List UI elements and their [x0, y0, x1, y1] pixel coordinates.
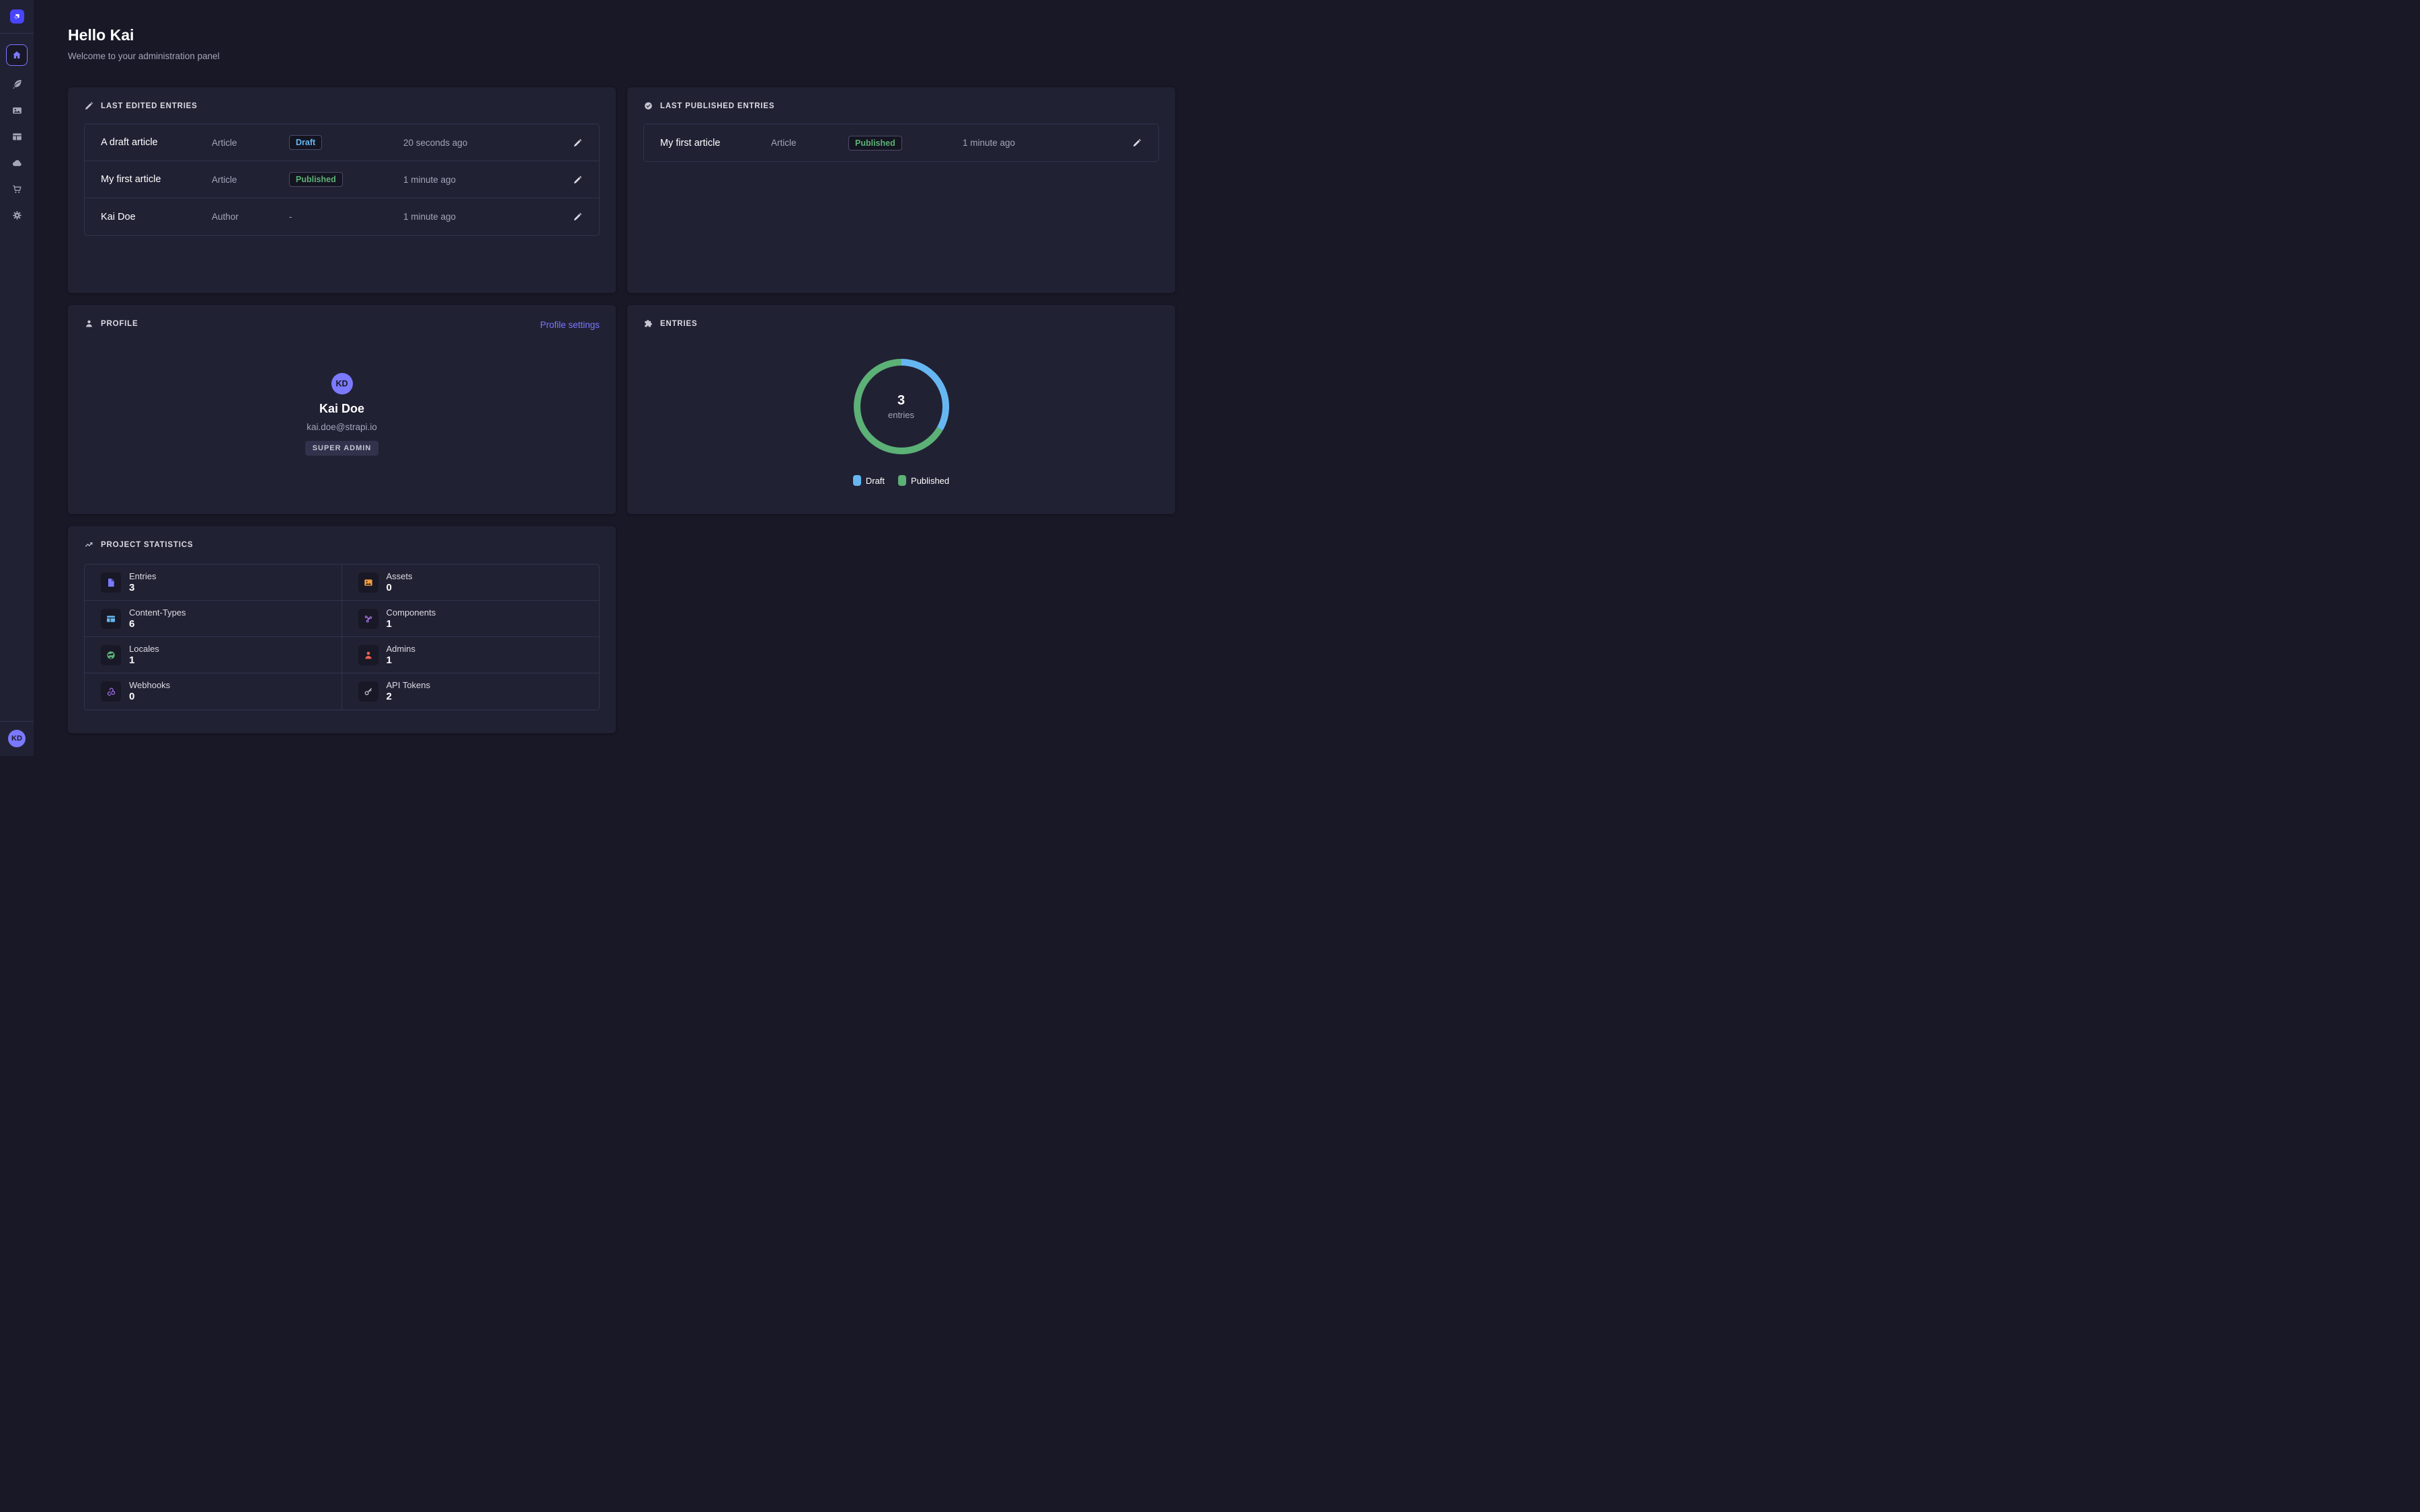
entries-donut-chart: 3 entries: [848, 353, 955, 460]
webhook-icon: [106, 686, 116, 697]
sidebar-item-settings[interactable]: [0, 202, 34, 228]
sidebar: KD: [0, 0, 34, 756]
gear-icon: [11, 210, 23, 221]
entry-name: My first article: [660, 138, 771, 149]
cart-icon: [11, 183, 23, 195]
entry-type: Article: [212, 138, 289, 148]
home-active-tile: [6, 44, 28, 66]
dashboard-grid: LAST EDITED ENTRIES A draft article Arti…: [68, 87, 1176, 733]
last-published-header: LAST PUBLISHED ENTRIES: [627, 87, 1175, 111]
entry-time: 1 minute ago: [963, 138, 1125, 148]
stat-locales: Locales 1: [85, 637, 342, 673]
home-icon: [11, 50, 22, 60]
card-title: LAST PUBLISHED ENTRIES: [660, 102, 774, 110]
chart-legend: Draft Published: [853, 475, 949, 486]
sidebar-item-content-manager[interactable]: [0, 71, 34, 97]
check-circle-icon: [643, 101, 653, 111]
table-row: Kai Doe Author - 1 minute ago: [85, 198, 599, 235]
entries-chart-area: 3 entries Draft Published: [627, 305, 1175, 514]
cloud-icon: [11, 157, 23, 169]
project-statistics-header: PROJECT STATISTICS: [68, 526, 616, 550]
layout-icon: [106, 614, 116, 624]
status-badge: Published: [289, 172, 343, 187]
status-empty: -: [289, 212, 292, 222]
last-edited-table: A draft article Article Draft 20 seconds…: [84, 124, 600, 236]
entry-name: My first article: [101, 174, 212, 185]
document-icon: [106, 577, 116, 588]
stats-grid: Entries 3: [84, 564, 600, 710]
pencil-icon: [84, 101, 94, 111]
entry-type: Article: [771, 138, 848, 148]
entries-count: 3: [897, 393, 905, 409]
sidebar-item-marketplace[interactable]: [0, 176, 34, 202]
entries-card: ENTRIES 3 entries: [627, 305, 1175, 514]
legend-item-draft: Draft: [853, 475, 885, 486]
sidebar-item-media-library[interactable]: [0, 97, 34, 124]
globe-icon: [106, 650, 116, 661]
layout-icon: [11, 131, 23, 142]
entry-time: 20 seconds ago: [403, 138, 565, 148]
feather-icon: [11, 79, 23, 90]
entry-type: Article: [212, 175, 289, 185]
user-icon: [363, 650, 374, 661]
sidebar-item-home[interactable]: [0, 39, 34, 71]
entry-time: 1 minute ago: [403, 212, 565, 222]
project-statistics-card: PROJECT STATISTICS Entries 3: [68, 526, 616, 733]
stat-assets: Assets 0: [342, 564, 600, 601]
donut-center: 3 entries: [848, 353, 955, 460]
entry-name: A draft article: [101, 137, 212, 148]
strapi-logo[interactable]: [10, 9, 24, 24]
main-content: Hello Kai Welcome to your administration…: [34, 0, 1210, 756]
trend-up-icon: [84, 540, 94, 550]
edit-entry-button[interactable]: [573, 138, 583, 148]
entry-type: Author: [212, 212, 289, 222]
user-avatar[interactable]: KD: [8, 730, 26, 747]
key-icon: [363, 686, 374, 697]
profile-email: kai.doe@strapi.io: [307, 422, 377, 432]
media-icon: [11, 105, 23, 116]
page-title: Hello Kai: [68, 26, 1176, 44]
status-badge: Draft: [289, 135, 322, 150]
entry-time: 1 minute ago: [403, 175, 565, 185]
legend-item-published: Published: [898, 475, 949, 486]
entry-name: Kai Doe: [101, 212, 212, 222]
edit-entry-button[interactable]: [1132, 138, 1142, 148]
card-title: PROJECT STATISTICS: [101, 541, 193, 549]
entries-count-label: entries: [888, 410, 914, 420]
stat-content-types: Content-Types 6: [85, 601, 342, 637]
sidebar-bottom-divider: [0, 721, 34, 722]
avatar: KD: [331, 373, 353, 394]
profile-name: Kai Doe: [319, 402, 364, 416]
stat-admins: Admins 1: [342, 637, 600, 673]
table-row: My first article Article Published 1 min…: [85, 161, 599, 198]
status-badge: Published: [848, 136, 902, 151]
strapi-logo-icon: [12, 11, 22, 22]
last-edited-header: LAST EDITED ENTRIES: [68, 87, 616, 111]
last-published-table: My first article Article Published 1 min…: [643, 124, 1159, 162]
sidebar-item-deploy[interactable]: [0, 150, 34, 176]
stat-api-tokens: API Tokens 2: [342, 673, 600, 710]
edit-entry-button[interactable]: [573, 175, 583, 185]
stat-entries: Entries 3: [85, 564, 342, 601]
sidebar-item-content-type-builder[interactable]: [0, 124, 34, 150]
profile-card: PROFILE Profile settings KD Kai Doe kai.…: [68, 305, 616, 514]
table-row: A draft article Article Draft 20 seconds…: [85, 124, 599, 161]
last-published-entries-card: LAST PUBLISHED ENTRIES My first article …: [627, 87, 1175, 293]
image-icon: [363, 577, 374, 588]
sidebar-nav: [0, 34, 34, 228]
page-subtitle: Welcome to your administration panel: [68, 50, 1176, 62]
role-badge: SUPER ADMIN: [305, 441, 379, 456]
legend-chip-published: [898, 475, 906, 486]
legend-chip-draft: [853, 475, 861, 486]
stat-webhooks: Webhooks 0: [85, 673, 342, 710]
edit-entry-button[interactable]: [573, 212, 583, 222]
table-row: My first article Article Published 1 min…: [644, 124, 1158, 161]
card-title: LAST EDITED ENTRIES: [101, 102, 198, 110]
profile-body: KD Kai Doe kai.doe@strapi.io SUPER ADMIN: [68, 305, 616, 514]
last-edited-entries-card: LAST EDITED ENTRIES A draft article Arti…: [68, 87, 616, 293]
molecule-icon: [363, 614, 374, 624]
stat-components: Components 1: [342, 601, 600, 637]
